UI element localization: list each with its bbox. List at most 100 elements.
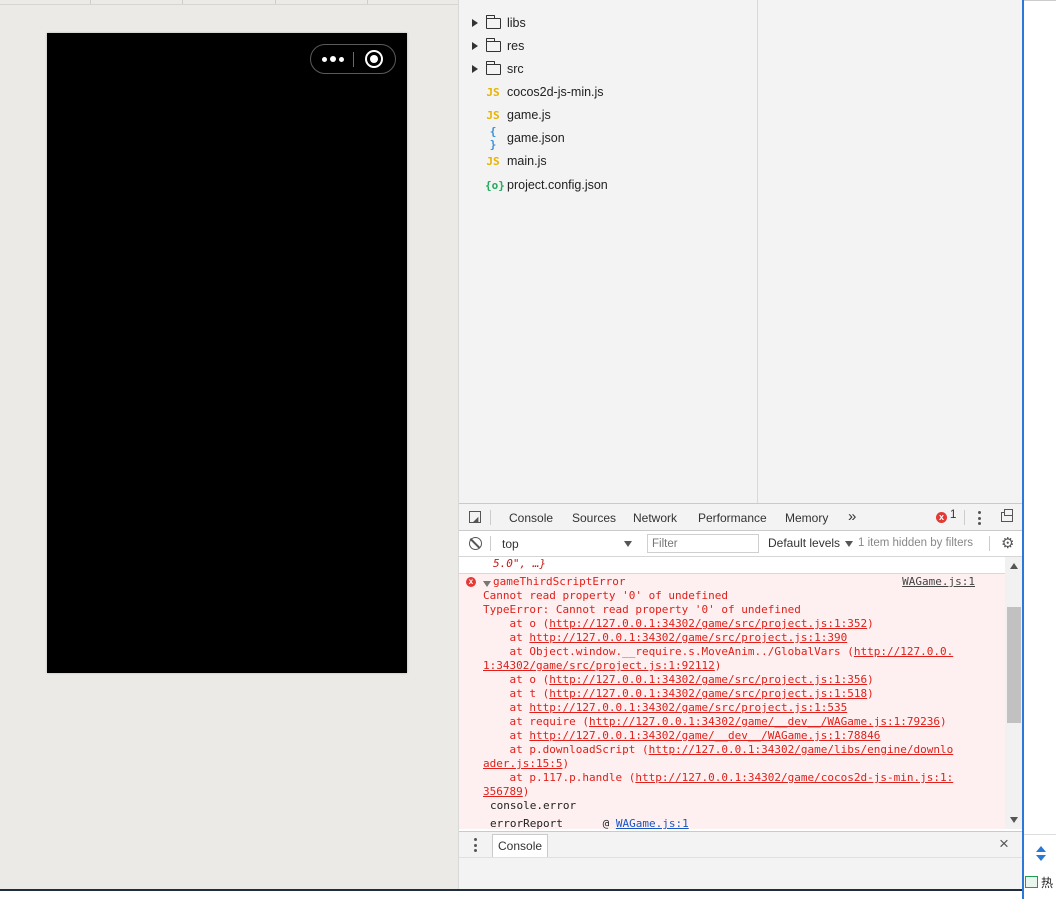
context-value: top xyxy=(502,537,519,551)
scroll-thumb[interactable] xyxy=(1007,607,1021,723)
tab-performance[interactable]: Performance xyxy=(698,504,767,531)
tree-file-main-js[interactable]: JS main.js xyxy=(459,150,758,172)
expand-arrow-icon[interactable] xyxy=(472,19,478,27)
clear-console-icon[interactable] xyxy=(469,537,482,550)
stack-frame-text: at xyxy=(483,631,530,644)
expand-arrow-icon[interactable] xyxy=(472,42,478,50)
news-icon[interactable] xyxy=(1025,876,1038,888)
stack-frame-link[interactable]: http://127.0.0. xyxy=(854,645,953,658)
tree-item-label: main.js xyxy=(507,154,547,168)
tree-item-label: src xyxy=(507,62,524,76)
tree-folder-libs[interactable]: libs xyxy=(459,12,758,34)
stack-frame-link[interactable]: 356789 xyxy=(483,785,523,798)
stack-frame-text: ) xyxy=(522,785,530,798)
taskbar-edge xyxy=(0,889,1022,899)
stack-frame-link[interactable]: http://127.0.0.1:34302/game/__dev__/WAGa… xyxy=(589,715,940,728)
devtools-tabbar: Console Sources Network Performance Memo… xyxy=(459,503,1023,533)
more-options-icon[interactable] xyxy=(319,45,347,73)
tree-file-cocos2d[interactable]: JS cocos2d-js-min.js xyxy=(459,81,758,103)
scroll-toggle-icon[interactable] xyxy=(1034,846,1046,862)
scroll-down-icon[interactable] xyxy=(1010,817,1018,823)
stack-frame: 356789) xyxy=(483,785,529,799)
stack-frame-text: ) xyxy=(867,673,874,686)
tree-folder-src[interactable]: src xyxy=(459,58,758,80)
hot-label[interactable]: 热 xyxy=(1041,874,1053,891)
tree-file-game-json[interactable]: { } game.json xyxy=(459,125,758,151)
chevron-down-icon xyxy=(624,541,632,547)
tree-item-label: game.json xyxy=(507,131,565,145)
js-file-icon: JS xyxy=(486,85,500,99)
stack-frame-text: at xyxy=(483,701,530,714)
stack-frame-link[interactable]: http://127.0.0.1:34302/game/libs/engine/… xyxy=(649,743,954,756)
tree-file-game-js[interactable]: JS game.js xyxy=(459,104,758,126)
stack-frame-link[interactable]: http://127.0.0.1:34302/game/src/project.… xyxy=(549,673,867,686)
divider xyxy=(490,536,491,551)
config-file-icon: {o} xyxy=(485,178,505,192)
stack-frame-text: ) xyxy=(562,757,570,770)
folder-icon xyxy=(486,37,501,52)
tab-console[interactable]: Console xyxy=(501,504,562,533)
stack-frame-link[interactable]: http://127.0.0.1:34302/game/src/project.… xyxy=(549,687,867,700)
trace-fn: errorReport xyxy=(490,817,563,829)
tab-network[interactable]: Network xyxy=(633,504,677,531)
context-selector[interactable]: top xyxy=(496,535,636,553)
tree-item-label: cocos2d-js-min.js xyxy=(507,85,604,99)
console-prev-line: 5.0", …} xyxy=(493,557,546,570)
close-target-icon[interactable] xyxy=(365,50,383,68)
stack-frame: ader.js:15:5) xyxy=(483,757,569,771)
tab-sources[interactable]: Sources xyxy=(572,504,616,531)
stack-frame-text: at o ( xyxy=(483,673,550,686)
more-tabs-icon[interactable]: » xyxy=(848,504,856,531)
stack-frame-link[interactable]: http://127.0.0.1:34302/game/src/project.… xyxy=(529,631,847,644)
stack-frame-text: at xyxy=(483,729,530,742)
tree-folder-res[interactable]: res xyxy=(459,35,758,57)
log-levels-label: Default levels xyxy=(768,536,841,550)
scroll-up-icon[interactable] xyxy=(1010,563,1018,569)
tab-memory[interactable]: Memory xyxy=(785,504,828,531)
error-source-link[interactable]: WAGame.js:1 xyxy=(902,575,975,589)
divider xyxy=(964,510,965,525)
error-count[interactable]: 1 xyxy=(950,509,956,521)
stack-frame-link[interactable]: http://127.0.0.1:34302/game/src/project.… xyxy=(549,617,867,630)
gear-icon[interactable]: ⚙ xyxy=(1001,536,1014,551)
expand-arrow-icon[interactable] xyxy=(472,65,478,73)
undock-icon[interactable] xyxy=(1001,509,1013,522)
devtools-drawer-bar: Console × xyxy=(459,831,1023,857)
divider xyxy=(989,536,990,551)
side-strip: 热 xyxy=(1022,0,1056,899)
stack-frame-link[interactable]: http://127.0.0.1:34302/game/__dev__/WAGa… xyxy=(529,729,880,742)
error-icon: x xyxy=(466,577,476,587)
stack-frame: at http://127.0.0.1:34302/game/__dev__/W… xyxy=(483,729,880,743)
stack-frame: at t (http://127.0.0.1:34302/game/src/pr… xyxy=(483,687,873,701)
stack-frame-text: at Object.window.__require.s.MoveAnim../… xyxy=(483,645,854,658)
file-tree-panel: libs res src JS cocos2d-js-min.js JS gam… xyxy=(458,0,758,503)
close-icon[interactable]: × xyxy=(999,834,1009,854)
json-file-icon: { } xyxy=(489,125,497,151)
menu-capsule xyxy=(310,44,396,74)
drawer-tab-console[interactable]: Console xyxy=(492,834,549,857)
inspect-element-icon[interactable] xyxy=(469,511,481,523)
capsule-divider xyxy=(353,52,354,67)
stack-frame-link[interactable]: 1:34302/game/src/project.js:1:92112 xyxy=(483,659,715,672)
stack-frame-link[interactable]: http://127.0.0.1:34302/game/src/project.… xyxy=(529,701,847,714)
stack-frame-link[interactable]: ader.js:15:5 xyxy=(483,757,562,770)
log-levels-dropdown[interactable]: Default levels xyxy=(768,536,854,550)
console-error-entry: x gameThirdScriptError WAGame.js:1 Canno… xyxy=(459,573,1005,829)
console-filter-input[interactable] xyxy=(647,534,759,553)
simulator-screen[interactable] xyxy=(47,33,407,673)
expand-arrow-icon[interactable] xyxy=(483,581,491,587)
console-scrollbar[interactable] xyxy=(1005,557,1023,829)
tree-file-project-config[interactable]: {o} project.config.json xyxy=(459,174,758,196)
chevron-down-icon xyxy=(845,540,854,547)
tree-item-label: project.config.json xyxy=(507,178,608,192)
drawer-menu-icon[interactable] xyxy=(474,838,477,852)
error-badge-icon[interactable]: x xyxy=(936,512,947,523)
trace-link[interactable]: WAGame.js:1 xyxy=(616,817,689,829)
tree-item-label: libs xyxy=(507,16,526,30)
divider xyxy=(490,510,491,525)
customize-menu-icon[interactable] xyxy=(978,511,981,525)
toolbar-separator xyxy=(182,0,183,4)
trace-at: @ xyxy=(602,817,616,829)
stack-frame-link[interactable]: http://127.0.0.1:34302/game/cocos2d-js-m… xyxy=(635,771,953,784)
stack-frame: at p.117.p.handle (http://127.0.0.1:3430… xyxy=(483,771,953,785)
